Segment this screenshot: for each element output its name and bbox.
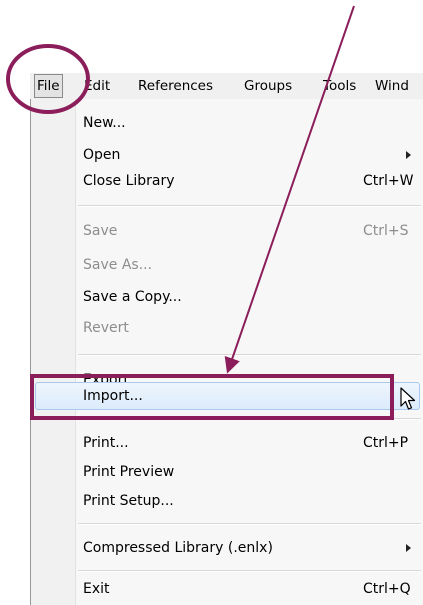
circle-annotation-file <box>6 44 90 114</box>
menu-item-label: Import... <box>83 388 143 404</box>
arrow-annotation <box>224 5 355 374</box>
mouse-pointer-icon <box>400 387 416 410</box>
annotation-overlay <box>6 5 394 420</box>
